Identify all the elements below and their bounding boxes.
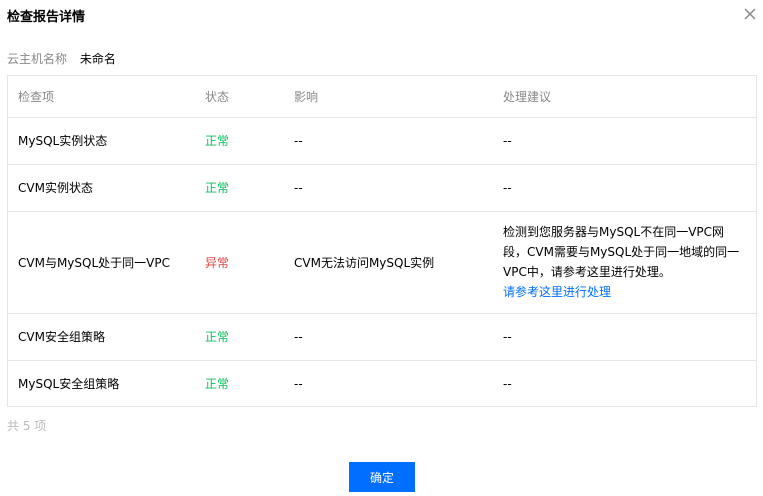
cell-advice: --: [493, 164, 756, 212]
cell-check-item: MySQL安全组策略: [18, 377, 120, 392]
cell-advice: --: [493, 313, 756, 361]
total-count: 共 5 项: [7, 419, 47, 433]
cell-impact: CVM无法访问MySQL实例: [284, 211, 493, 314]
cell-check-item: MySQL实例状态: [8, 117, 195, 165]
cell-check-item: CVM与MySQL处于同一VPC: [8, 211, 195, 314]
dialog-title: 检查报告详情: [7, 10, 86, 25]
cell-status: 正常: [205, 377, 230, 392]
cell-status: 正常: [195, 164, 284, 212]
cell-status: 异常: [195, 211, 284, 314]
cell-check-item: CVM实例状态: [8, 164, 195, 212]
table-row: CVM实例状态 正常 -- --: [8, 164, 756, 212]
close-button[interactable]: [740, 4, 760, 24]
cell-status: 正常: [195, 313, 284, 361]
cell-impact: --: [294, 376, 303, 391]
check-report-table: 检查项 状态 影响 处理建议 MySQL实例状态 正常 -- -- CVM实例状…: [7, 75, 757, 407]
cell-advice: --: [503, 376, 512, 391]
cell-impact: --: [284, 117, 493, 165]
table-header-row: 检查项 状态 影响 处理建议: [8, 76, 756, 118]
close-icon: [744, 8, 756, 20]
table-row: MySQL实例状态 正常 -- --: [8, 117, 756, 165]
advice-help-link[interactable]: 请参考这里进行处理: [503, 282, 756, 302]
header-status: 状态: [195, 76, 284, 118]
header-check-item: 检查项: [8, 76, 195, 118]
header-impact: 影响: [284, 76, 493, 118]
cell-advice: 检测到您服务器与MySQL不在同一VPC网段，CVM需要与MySQL处于同一地域…: [493, 211, 756, 314]
advice-text: 检测到您服务器与MySQL不在同一VPC网段，CVM需要与MySQL处于同一地域…: [503, 225, 740, 279]
table-row: CVM与MySQL处于同一VPC 异常 CVM无法访问MySQL实例 检测到您服…: [8, 211, 756, 314]
cell-advice: --: [493, 117, 756, 165]
table-row: CVM安全组策略 正常 -- --: [8, 313, 756, 361]
confirm-button[interactable]: 确定: [349, 462, 415, 492]
cell-impact: --: [284, 313, 493, 361]
table-row: MySQL安全组策略 正常 -- --: [8, 360, 756, 407]
cell-status: 正常: [195, 117, 284, 165]
cell-impact: --: [284, 164, 493, 212]
host-name-label: 云主机名称: [7, 52, 68, 66]
host-info: 云主机名称 未命名: [7, 50, 116, 67]
host-name-value: 未命名: [79, 52, 116, 66]
cell-check-item: CVM安全组策略: [8, 313, 195, 361]
header-advice: 处理建议: [493, 76, 756, 118]
